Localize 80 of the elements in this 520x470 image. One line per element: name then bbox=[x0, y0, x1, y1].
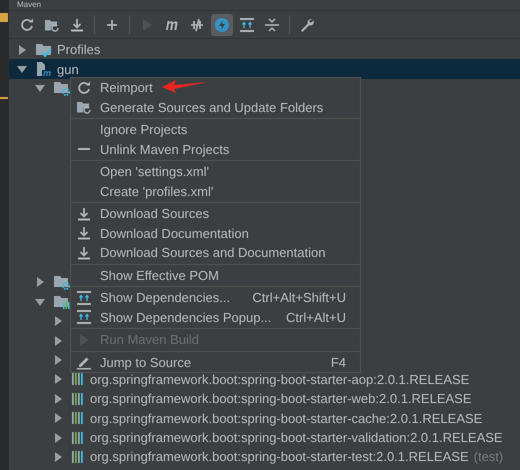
menu-item-label: Show Dependencies... bbox=[100, 290, 230, 306]
menu-item[interactable]: Download Documentation bbox=[71, 224, 360, 243]
menu-item-label: Show Dependencies Popup... bbox=[100, 310, 272, 325]
panel-title: Maven bbox=[17, 0, 42, 10]
library-icon bbox=[71, 410, 86, 426]
library-icon bbox=[71, 448, 86, 465]
lightning-icon bbox=[214, 16, 230, 32]
library-icon bbox=[71, 430, 86, 446]
collapse-arrow-icon[interactable] bbox=[35, 83, 45, 94]
expand-arrow-icon[interactable] bbox=[35, 277, 45, 288]
menu-item[interactable]: Show Dependencies... Ctrl+Alt+Shift+U bbox=[71, 288, 360, 308]
menu-item[interactable]: Show Dependencies Popup... Ctrl+Alt+U bbox=[71, 308, 360, 327]
menu-item-label: Generate Sources and Update Folders bbox=[100, 100, 324, 115]
menu-item[interactable]: Create 'profiles.xml' bbox=[71, 182, 360, 201]
expand-arrow-icon[interactable] bbox=[53, 374, 63, 384]
folder-gear-icon bbox=[53, 274, 71, 290]
menu-item[interactable]: Ignore Projects bbox=[71, 120, 360, 140]
shortcut-label: F4 bbox=[330, 354, 346, 370]
expand-arrow-icon[interactable] bbox=[53, 336, 63, 346]
menu-item-label: Jump to Source bbox=[100, 354, 192, 370]
menu-item-label: Unlink Maven Projects bbox=[100, 142, 230, 157]
tree-item-label[interactable]: org.springframework.boot:spring-boot-starter-test:2.0.1.RELEASE bbox=[90, 450, 469, 464]
expand-arrow-icon[interactable] bbox=[53, 394, 63, 404]
expand-arrow-icon[interactable] bbox=[53, 452, 63, 462]
shortcut-label: Ctrl+Alt+Shift+U bbox=[252, 290, 346, 306]
folder-refresh-icon bbox=[76, 99, 92, 116]
download-icon bbox=[76, 206, 92, 222]
dependencies-icon bbox=[76, 290, 92, 306]
menu-item[interactable]: Jump to Source F4 bbox=[71, 352, 360, 372]
menu-item[interactable]: Unlink Maven Projects bbox=[71, 140, 360, 159]
minus-icon bbox=[78, 148, 90, 150]
menu-item[interactable]: Show Effective POM bbox=[71, 266, 360, 285]
marker-bar bbox=[0, 97, 8, 99]
expand-arrow-icon[interactable] bbox=[53, 316, 63, 326]
scope-label: (test) bbox=[474, 449, 504, 464]
tree-item-label[interactable]: org.springframework.boot:spring-boot-starter-validation:2.0.1.RELEASE bbox=[90, 431, 503, 444]
selected-tree-row[interactable]: m gun bbox=[9, 59, 520, 79]
expand-arrow-icon[interactable] bbox=[53, 413, 63, 424]
menu-item-label: Download Sources bbox=[100, 206, 210, 222]
skip-tests-icon bbox=[189, 16, 205, 32]
menu-item-label: Show Effective POM bbox=[100, 268, 219, 283]
download-icon bbox=[69, 16, 85, 32]
tree-item-label[interactable]: org.springframework.boot:spring-boot-starter-web:2.0.1.RELEASE bbox=[90, 392, 472, 406]
menu-item[interactable]: Download Sources and Documentation bbox=[71, 243, 360, 262]
menu-item-label: Open 'settings.xml' bbox=[100, 164, 210, 180]
download-icon bbox=[76, 244, 92, 261]
library-icon bbox=[71, 371, 86, 388]
menu-item[interactable]: Generate Sources and Update Folders bbox=[71, 98, 360, 117]
toolbar-button[interactable] bbox=[211, 14, 233, 36]
menu-item-label: Download Documentation bbox=[100, 226, 249, 241]
expand-arrow-icon[interactable] bbox=[53, 354, 63, 365]
menu-item-label: Download Sources and Documentation bbox=[100, 245, 326, 260]
folder-check-icon bbox=[35, 42, 53, 58]
menu-item-label: Create 'profiles.xml' bbox=[100, 184, 214, 199]
menu-item[interactable]: Open 'settings.xml' bbox=[71, 162, 360, 182]
settings-icon bbox=[299, 16, 315, 32]
menu-item[interactable]: Download Sources bbox=[71, 204, 360, 224]
collapse-arrow-icon[interactable] bbox=[35, 296, 45, 307]
refresh-icon bbox=[76, 80, 92, 96]
collapse-arrow-icon[interactable] bbox=[17, 64, 27, 74]
refresh-icon bbox=[19, 16, 35, 32]
menu-item[interactable]: Reimport bbox=[71, 78, 360, 98]
download-icon bbox=[76, 225, 92, 242]
shortcut-label: Ctrl+Alt+U bbox=[286, 310, 346, 325]
library-icon bbox=[71, 390, 86, 407]
menu-item-label: Reimport bbox=[100, 80, 153, 96]
annotation-arrow bbox=[162, 79, 208, 93]
menu-item-label: Ignore Projects bbox=[100, 122, 188, 138]
expand-arrow-icon[interactable] bbox=[53, 432, 63, 442]
expand-arrow-icon[interactable] bbox=[17, 44, 27, 55]
tree-item-label[interactable]: org.springframework.boot:spring-boot-starter-cache:2.0.1.RELEASE bbox=[90, 412, 482, 425]
collapse-icon bbox=[264, 16, 280, 32]
folder-bars-icon bbox=[53, 294, 71, 310]
tree-item-label[interactable]: gun bbox=[57, 62, 79, 76]
tree-item-label[interactable]: Profiles bbox=[57, 43, 100, 56]
dependencies-icon bbox=[76, 309, 92, 326]
dependencies-icon bbox=[239, 16, 255, 32]
folder-gear-icon bbox=[53, 80, 71, 96]
tree-item-label[interactable]: org.springframework.boot:spring-boot-starter-aop:2.0.1.RELEASE bbox=[90, 372, 470, 386]
marker-bar bbox=[0, 13, 8, 22]
